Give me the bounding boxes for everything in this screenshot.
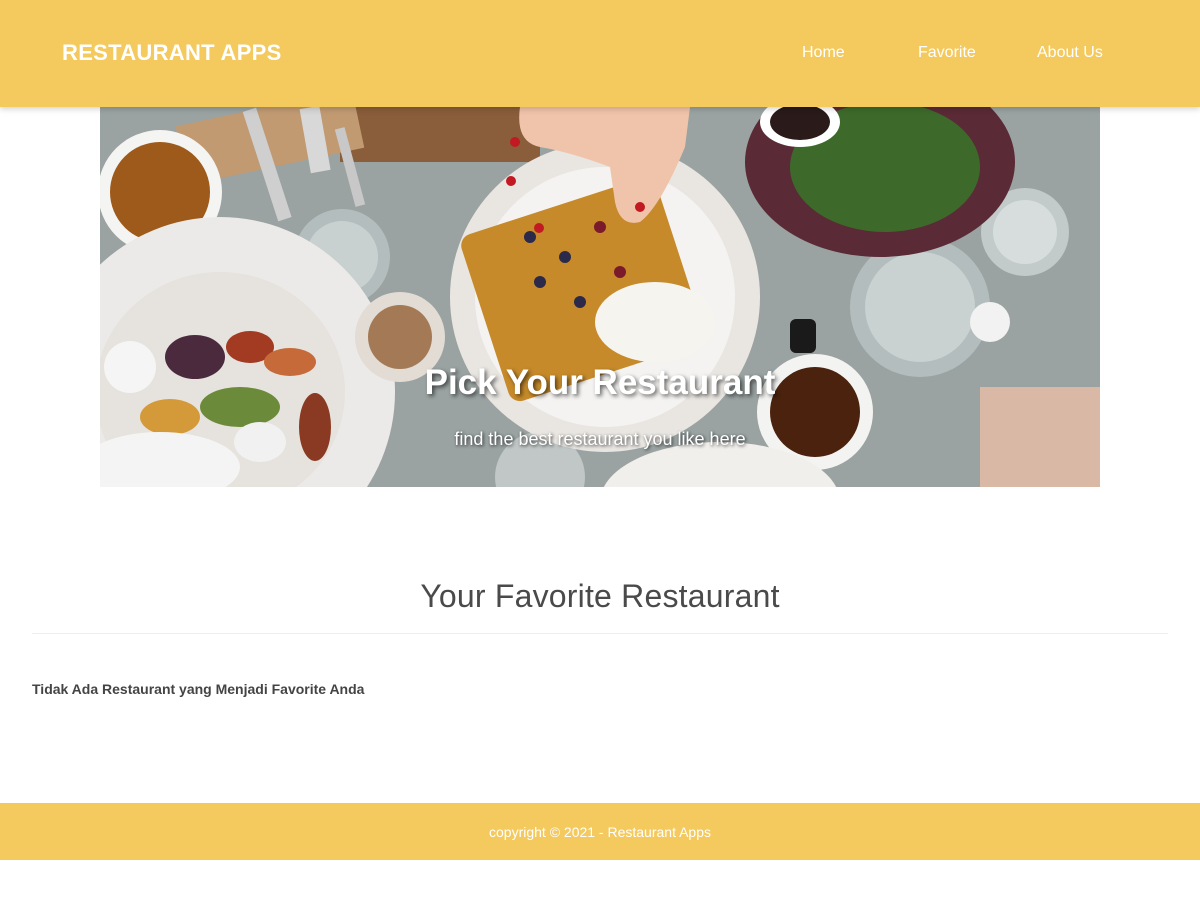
section-divider (32, 633, 1168, 634)
hero-banner: Pick Your Restaurant find the best resta… (100, 107, 1100, 487)
nav-favorite-link[interactable]: Favorite (918, 44, 976, 62)
hero-subtitle: find the best restaurant you like here (454, 429, 746, 449)
app-bar: RESTAURANT APPS Home Favorite About Us (0, 0, 1200, 107)
main-nav: Home Favorite About Us (0, 44, 1200, 68)
footer: copyright © 2021 - Restaurant Apps (0, 803, 1200, 860)
section-title: Your Favorite Restaurant (420, 578, 780, 614)
nav-home-link[interactable]: Home (802, 44, 845, 62)
hero-title: Pick Your Restaurant (424, 363, 776, 402)
footer-copyright: copyright © 2021 - Restaurant Apps (489, 824, 711, 840)
nav-about-link[interactable]: About Us (1037, 44, 1103, 62)
empty-favorites-message: Tidak Ada Restaurant yang Menjadi Favori… (32, 681, 365, 697)
